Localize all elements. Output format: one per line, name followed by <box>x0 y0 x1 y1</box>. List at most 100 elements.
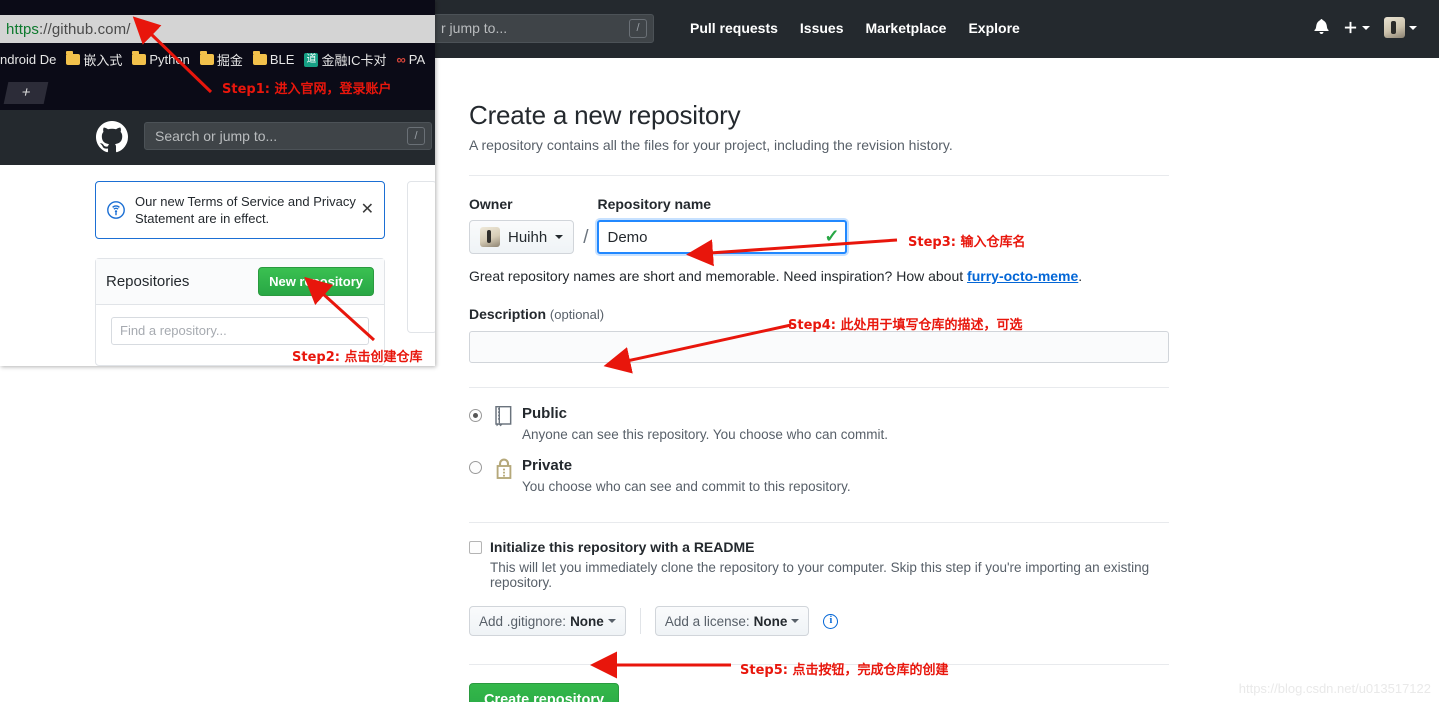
nav-marketplace[interactable]: Marketplace <box>866 20 947 36</box>
browser-overlay-window: https://github.com/ ndroid De 嵌入式 Python… <box>0 0 435 366</box>
template-dropdowns-row: Add .gitignore: None Add a license: None… <box>469 606 1169 636</box>
visibility-option-public[interactable]: Public Anyone can see this repository. Y… <box>469 406 1169 442</box>
url-scheme: https <box>6 20 40 38</box>
megaphone-icon <box>106 200 126 220</box>
hint-suffix: . <box>1078 268 1083 284</box>
divider <box>639 608 641 634</box>
watermark: https://blog.csdn.net/u013517122 <box>1238 681 1431 696</box>
repository-name-label: Repository name <box>597 196 712 212</box>
repository-name-input[interactable] <box>597 220 848 254</box>
search-shortcut-badge: / <box>407 127 425 145</box>
description-optional-tag: (optional) <box>549 307 605 322</box>
create-repository-button[interactable]: Create repository <box>469 683 620 702</box>
readme-description: This will let you immediately clone the … <box>490 560 1150 590</box>
search-shortcut-badge: / <box>629 19 647 38</box>
annotation-step4: Step4: 此处用于填写仓库的描述，可选 <box>788 318 1023 333</box>
github-mark-icon[interactable] <box>96 121 128 153</box>
license-value: None <box>753 613 788 629</box>
bookmark-item[interactable]: 嵌入式 <box>66 50 122 69</box>
page-subtitle: A repository contains all the files for … <box>469 137 953 153</box>
bookmark-label: 金融IC卡对 <box>321 53 387 68</box>
bookmark-label: Python <box>149 52 190 67</box>
bookmark-item[interactable]: ndroid De <box>0 52 56 67</box>
private-radio[interactable] <box>469 461 482 474</box>
book-icon <box>494 405 516 442</box>
address-bar-url: https://github.com/ <box>0 21 130 38</box>
url-rest: ://github.com/ <box>39 20 131 38</box>
repositories-panel-header: Repositories New repository <box>96 259 384 305</box>
overlay-search-placeholder: Search or jump to... <box>155 128 278 144</box>
owner-and-name-row: Owner Huihh / Repository name ✓ <box>469 196 1169 254</box>
checkmark-icon: ✓ <box>824 226 840 246</box>
bookmark-item[interactable]: ∞ PA <box>396 52 425 67</box>
folder-icon <box>66 51 81 65</box>
bookmark-item[interactable]: BLE <box>252 51 295 67</box>
dao-square-icon: 道 <box>304 52 319 67</box>
divider <box>469 175 1169 176</box>
readme-title: Initialize this repository with a README <box>490 539 755 555</box>
chevron-down-icon <box>607 619 616 623</box>
lock-icon <box>494 458 516 494</box>
notice-text: Our new Terms of Service and Privacy Sta… <box>135 194 356 226</box>
annotation-step1: Step1: 进入官网，登录账户 <box>222 82 392 97</box>
annotation-step3: Step3: 输入仓库名 <box>908 235 1026 250</box>
bookmark-item[interactable]: Python <box>132 51 190 67</box>
private-description: You choose who can see and commit to thi… <box>522 479 851 494</box>
chevron-down-icon <box>1409 25 1417 30</box>
public-title: Public <box>522 405 568 422</box>
oo-icon: ∞ <box>396 52 406 67</box>
owner-dropdown-button[interactable]: Huihh <box>469 220 575 254</box>
readme-checkbox[interactable] <box>469 541 482 554</box>
user-avatar-icon <box>1384 17 1405 38</box>
license-dropdown[interactable]: Add a license: None <box>654 606 810 636</box>
repository-name-hint: Great repository names are short and mem… <box>469 268 1169 284</box>
info-icon[interactable]: i <box>823 613 839 629</box>
owner-avatar-icon <box>480 227 500 247</box>
browser-tab-strip <box>0 0 435 15</box>
folder-icon <box>132 51 147 65</box>
find-repository-input[interactable]: Find a repository... <box>111 317 369 345</box>
screenshot-root: r jump to... / Pull requests Issues Mark… <box>0 0 1439 702</box>
repository-name-field: Repository name ✓ <box>597 196 848 254</box>
annotation-step2: Step2: 点击创建仓库 <box>292 350 423 365</box>
overlay-page-body: Our new Terms of Service and Privacy Sta… <box>0 165 435 366</box>
suggested-repo-name-link[interactable]: furry-octo-meme <box>967 268 1078 284</box>
global-search-input[interactable]: r jump to... / <box>430 14 654 43</box>
bookmark-item[interactable]: 道 金融IC卡对 <box>304 50 386 69</box>
new-repository-button[interactable]: New repository <box>258 267 374 296</box>
create-repository-form: Create a new repository A repository con… <box>469 100 1169 702</box>
bookmark-label: PA <box>408 52 426 67</box>
public-description: Anyone can see this repository. You choo… <box>522 427 888 442</box>
public-radio[interactable] <box>469 409 482 422</box>
nav-issues[interactable]: Issues <box>800 20 844 36</box>
folder-icon <box>199 51 214 65</box>
close-icon[interactable]: ✕ <box>361 199 374 219</box>
overlay-search-input[interactable]: Search or jump to... / <box>144 122 432 150</box>
description-input[interactable] <box>469 331 1169 363</box>
divider <box>469 522 1169 523</box>
new-tab-button[interactable]: + <box>3 82 49 104</box>
gitignore-prefix: Add .gitignore: <box>479 613 567 629</box>
user-avatar-menu[interactable] <box>1384 17 1417 38</box>
bell-icon[interactable] <box>1314 18 1329 37</box>
bookmark-label: BLE <box>269 52 295 67</box>
browser-address-bar[interactable]: https://github.com/ <box>0 15 435 43</box>
initialize-readme-row[interactable]: Initialize this repository with a README <box>469 539 1169 555</box>
chevron-down-icon <box>791 619 800 623</box>
page-title: Create a new repository <box>469 100 741 130</box>
folder-icon <box>252 51 267 65</box>
license-prefix: Add a license: <box>664 613 750 629</box>
nav-pull-requests[interactable]: Pull requests <box>690 20 778 36</box>
bookmark-label: 掘金 <box>216 53 243 68</box>
gitignore-dropdown[interactable]: Add .gitignore: None <box>469 606 626 636</box>
divider <box>469 387 1169 388</box>
gitignore-value: None <box>570 613 604 629</box>
plus-icon[interactable] <box>1343 20 1370 35</box>
private-title: Private <box>522 457 573 474</box>
nav-explore[interactable]: Explore <box>968 20 1019 36</box>
visibility-option-private[interactable]: Private You choose who can see and commi… <box>469 458 1169 494</box>
owner-label: Owner <box>469 196 513 212</box>
topbar-right-actions <box>1314 17 1417 38</box>
owner-name-separator: / <box>583 227 589 248</box>
bookmark-item[interactable]: 掘金 <box>199 50 243 69</box>
